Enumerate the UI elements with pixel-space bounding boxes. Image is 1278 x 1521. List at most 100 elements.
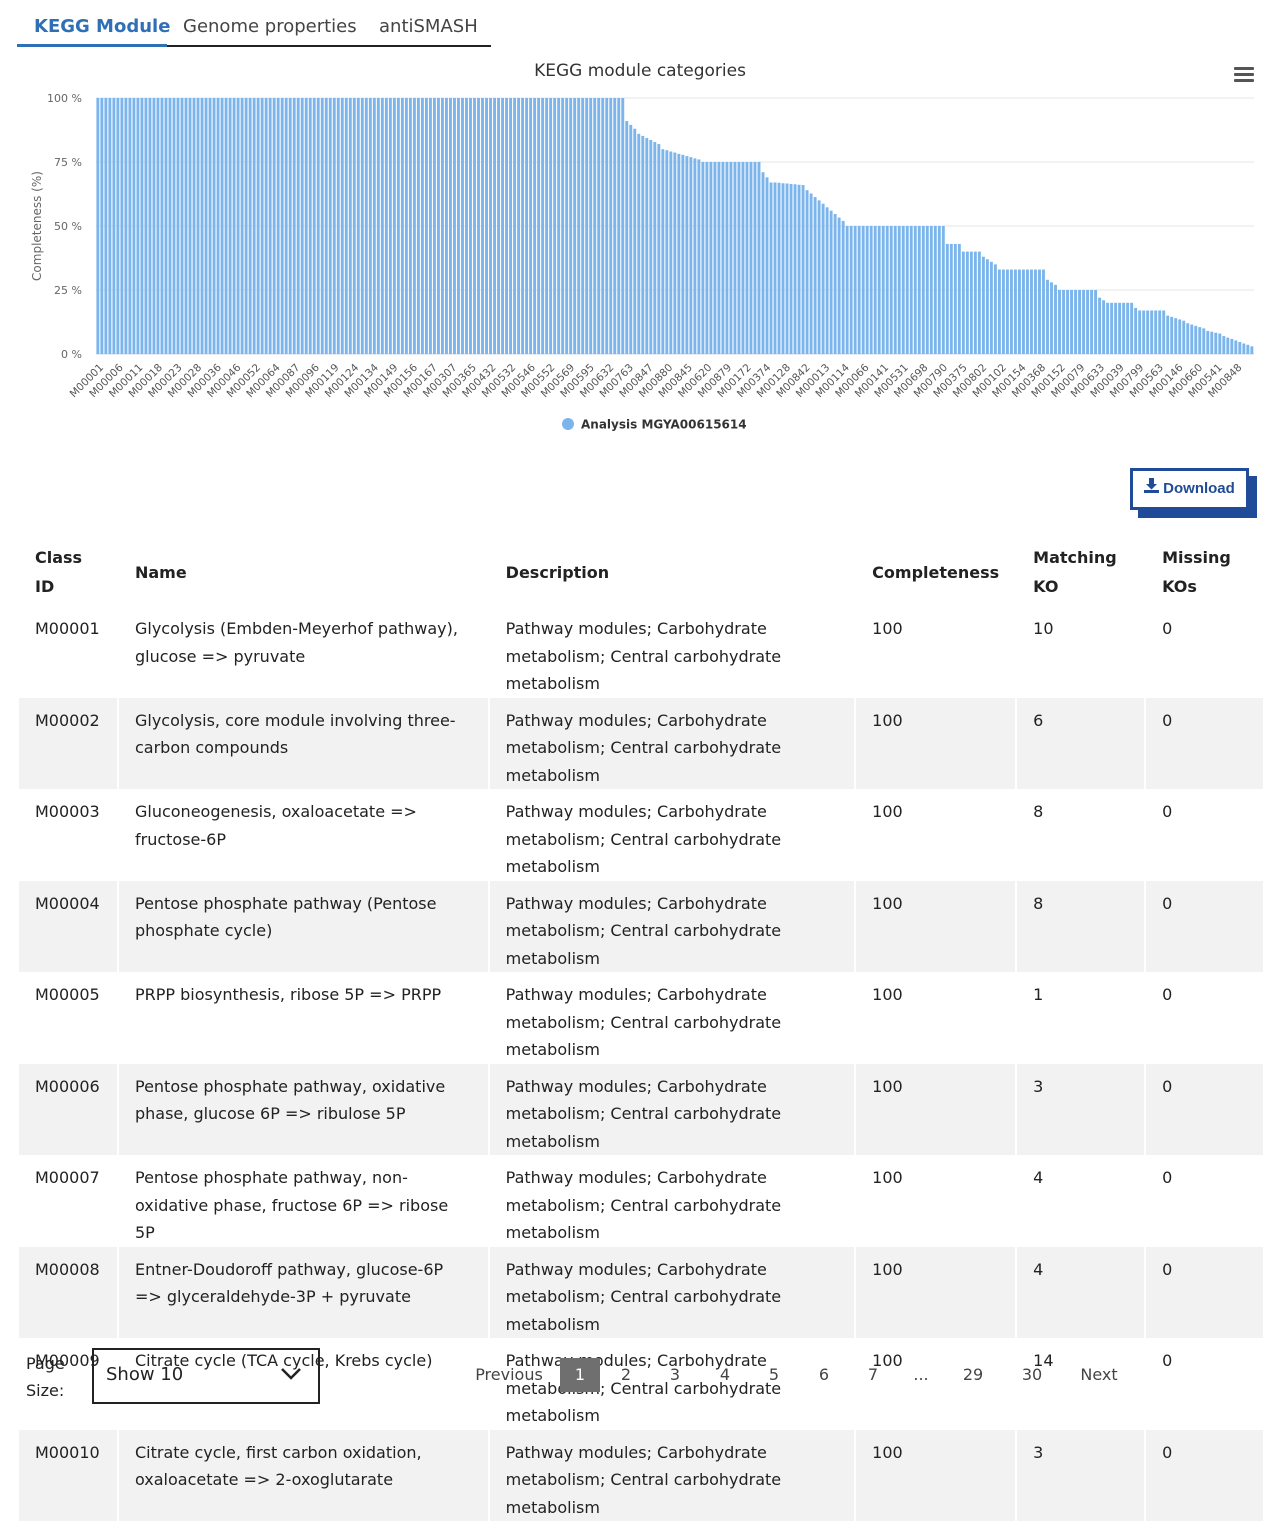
- chart-bar: [533, 98, 536, 354]
- chart-bar: [425, 98, 428, 354]
- chart-bar: [237, 98, 240, 354]
- chart-bar: [429, 98, 432, 354]
- page-4-button[interactable]: 4: [705, 1358, 745, 1392]
- tab-genome-properties[interactable]: Genome properties: [183, 16, 357, 37]
- name-cell: Pentose phosphate pathway (Pentose phosp…: [117, 881, 488, 973]
- chart-bar: [221, 98, 224, 354]
- chart-bar: [898, 226, 901, 354]
- name-cell: PRPP biosynthesis, ribose 5P => PRPP: [117, 972, 488, 1064]
- chart-bar: [197, 98, 200, 354]
- description-cell: Pathway modules; Carbohydrate metabolism…: [488, 789, 855, 881]
- chart-bar: [1018, 270, 1021, 354]
- column-header[interactable]: MatchingKO: [1015, 538, 1144, 606]
- chart-bar: [705, 162, 708, 354]
- chart-bar: [746, 162, 749, 354]
- chart-bar: [810, 193, 813, 354]
- y-tick-label: 25 %: [54, 284, 82, 297]
- matching-ko-cell: 8: [1015, 881, 1144, 973]
- chart-bar: [100, 98, 103, 354]
- chart-bar: [173, 98, 176, 354]
- chart-bar: [1154, 310, 1157, 354]
- page-size-value: Show 10: [106, 1364, 183, 1385]
- matching-ko-cell: 3: [1015, 1430, 1144, 1521]
- matching-ko-cell: 8: [1015, 789, 1144, 881]
- column-header-text: KOs: [1162, 577, 1197, 596]
- missing-kos-cell: 0: [1144, 1064, 1263, 1156]
- previous-button[interactable]: Previous: [472, 1358, 546, 1392]
- chart-bar: [1066, 290, 1069, 354]
- completeness-cell: 100: [854, 698, 1015, 790]
- chart-bar: [421, 98, 424, 354]
- chart-bar: [782, 183, 785, 354]
- chart-bar: [922, 226, 925, 354]
- chart-bar: [124, 98, 127, 354]
- chart-bar: [754, 162, 757, 354]
- chart-bar: [1046, 280, 1049, 354]
- page-3-button[interactable]: 3: [655, 1358, 695, 1392]
- chart-bar: [1014, 270, 1017, 354]
- chart-bar: [906, 226, 909, 354]
- chart-bar: [1098, 298, 1101, 354]
- page-5-button[interactable]: 5: [754, 1358, 794, 1392]
- chart-bar: [545, 98, 548, 354]
- chart-bar: [990, 262, 993, 354]
- table-row: M00004Pentose phosphate pathway (Pentose…: [19, 881, 1263, 973]
- name-cell: Pentose phosphate pathway, non-oxidative…: [117, 1155, 488, 1247]
- chart-bar: [1082, 290, 1085, 354]
- chart-bar: [629, 125, 632, 354]
- page-6-button[interactable]: 6: [804, 1358, 844, 1392]
- page-2-button[interactable]: 2: [606, 1358, 646, 1392]
- chart-bar: [485, 98, 488, 354]
- chart-bar: [982, 257, 985, 354]
- page-size-select[interactable]: Show 10: [92, 1348, 320, 1404]
- chart-bar: [373, 98, 376, 354]
- chart-bar: [930, 226, 933, 354]
- chart-bar: [477, 98, 480, 354]
- page-29-button[interactable]: 29: [953, 1358, 993, 1392]
- chart-bar: [557, 98, 560, 354]
- download-button[interactable]: Download: [1130, 468, 1249, 510]
- chart-bar: [201, 98, 204, 354]
- chart-bar: [685, 156, 688, 354]
- page-30-button[interactable]: 30: [1012, 1358, 1052, 1392]
- chart-bar: [1218, 334, 1221, 354]
- y-tick-label: 0 %: [61, 348, 82, 361]
- chart-bar: [457, 98, 460, 354]
- chart-bar: [301, 98, 304, 354]
- next-button[interactable]: Next: [1072, 1358, 1126, 1392]
- chart-bar: [393, 98, 396, 354]
- chart-bar: [1162, 310, 1165, 354]
- chart-bar: [974, 252, 977, 354]
- column-header[interactable]: Completeness: [854, 538, 1015, 606]
- chart-bar: [1246, 345, 1249, 354]
- active-tab-indicator: [17, 44, 167, 47]
- chart-bar: [277, 98, 280, 354]
- legend-label: Analysis MGYA00615614: [581, 418, 747, 432]
- chart-bar: [353, 98, 356, 354]
- completeness-cell: 100: [854, 1247, 1015, 1339]
- chart-bar: [385, 98, 388, 354]
- chart-bar: [794, 184, 797, 354]
- column-header[interactable]: Description: [488, 538, 855, 606]
- chart-bar: [449, 98, 452, 354]
- chart-bar: [1210, 332, 1213, 354]
- chart-bar: [1038, 270, 1041, 354]
- column-header[interactable]: MissingKOs: [1144, 538, 1263, 606]
- chart-bar: [1070, 290, 1073, 354]
- chart-bar: [157, 98, 160, 354]
- matching-ko-cell: 10: [1015, 606, 1144, 698]
- chart-bar: [742, 162, 745, 354]
- page-7-button[interactable]: 7: [853, 1358, 893, 1392]
- chart-bar: [177, 98, 180, 354]
- chart-bar: [189, 98, 192, 354]
- chart-bar: [838, 218, 841, 354]
- column-header[interactable]: Name: [117, 538, 488, 606]
- chart-bar: [185, 98, 188, 354]
- tab-antismash[interactable]: antiSMASH: [379, 16, 478, 37]
- column-header[interactable]: ClassID: [19, 538, 117, 606]
- chart-bar: [461, 98, 464, 354]
- tab-kegg-module[interactable]: KEGG Module: [34, 16, 170, 37]
- page-1-button[interactable]: 1: [560, 1358, 600, 1392]
- description-cell: Pathway modules; Carbohydrate metabolism…: [488, 698, 855, 790]
- chart-bar: [116, 98, 119, 354]
